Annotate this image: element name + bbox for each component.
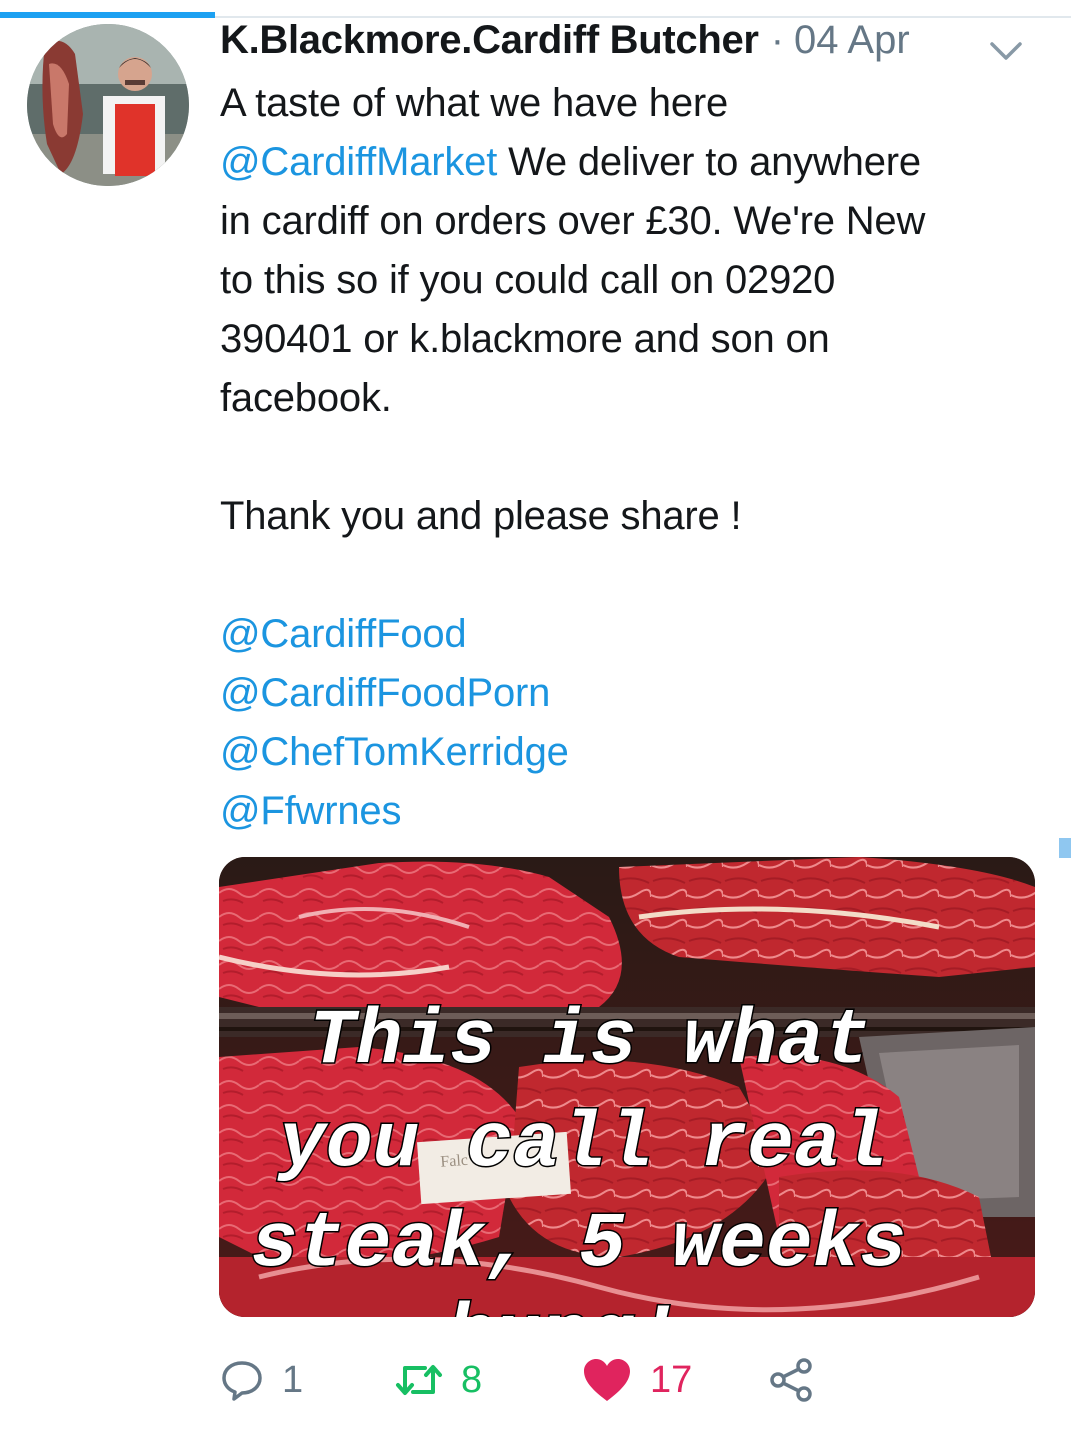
tweet-text-line: 390401 or k.blackmore and son on (220, 317, 830, 361)
share-button[interactable] (768, 1350, 816, 1410)
retweet-count: 8 (461, 1358, 483, 1401)
tweet-action-bar: 1 8 17 (220, 1350, 840, 1410)
like-count: 17 (650, 1358, 693, 1401)
tweet-body: K.Blackmore.Cardiff Butcher · 04 Apr A t… (220, 18, 1040, 841)
tweet-header: K.Blackmore.Cardiff Butcher · 04 Apr (220, 18, 1040, 72)
image-caption-line: steak, 5 weeks (251, 1201, 906, 1289)
tweet-media-image[interactable]: Falc This is what you call real steak, 5… (219, 857, 1035, 1317)
steak-photo: Falc This is what you call real steak, 5… (219, 857, 1035, 1317)
chevron-down-icon[interactable] (986, 36, 1026, 66)
like-button[interactable]: 17 (582, 1350, 692, 1410)
tweet-text-line: A taste of what we have here (220, 81, 729, 125)
mention-link[interactable]: @CardiffFoodPorn (220, 664, 1040, 723)
tweet-text-line: facebook. (220, 376, 392, 420)
tweet-text-line: @CardiffMarket We deliver to anywhere (220, 140, 921, 184)
reply-count: 1 (282, 1358, 304, 1401)
reply-button[interactable]: 1 (220, 1350, 303, 1410)
avatar[interactable] (27, 24, 189, 186)
mention-link[interactable]: @CardiffMarket (220, 140, 497, 184)
retweet-button[interactable]: 8 (395, 1350, 482, 1410)
author-name[interactable]: K.Blackmore.Cardiff Butcher (220, 18, 759, 63)
mention-link[interactable]: @Ffwrnes (220, 782, 1040, 841)
image-caption-line: hung! (447, 1293, 681, 1317)
retweet-arrows-icon (396, 1365, 442, 1395)
image-caption-line: This is what (309, 998, 871, 1086)
mention-link[interactable]: @CardiffFood (220, 605, 1040, 664)
tweet-text-line: in cardiff on orders over £30. We're New (220, 199, 926, 243)
share-nodes-icon (770, 1358, 812, 1402)
tweet-timestamp[interactable]: 04 Apr (794, 18, 910, 63)
scrollbar-thumb[interactable] (1059, 838, 1071, 858)
active-tab-indicator (0, 12, 215, 18)
tweet-text-line: to this so if you could call on 02920 (220, 258, 836, 302)
image-caption-line: you call real (277, 1101, 888, 1189)
tweet-detail-view: K.Blackmore.Cardiff Butcher · 04 Apr A t… (0, 0, 1071, 1431)
tweet-text: A taste of what we have here @CardiffMar… (220, 74, 1040, 841)
heart-icon (584, 1359, 630, 1401)
closing-line: Thank you and please share ! (220, 494, 742, 538)
avatar-image (27, 24, 189, 186)
header-separator: · (770, 18, 785, 62)
mention-link[interactable]: @ChefTomKerridge (220, 723, 1040, 782)
speech-bubble-icon (222, 1361, 262, 1401)
